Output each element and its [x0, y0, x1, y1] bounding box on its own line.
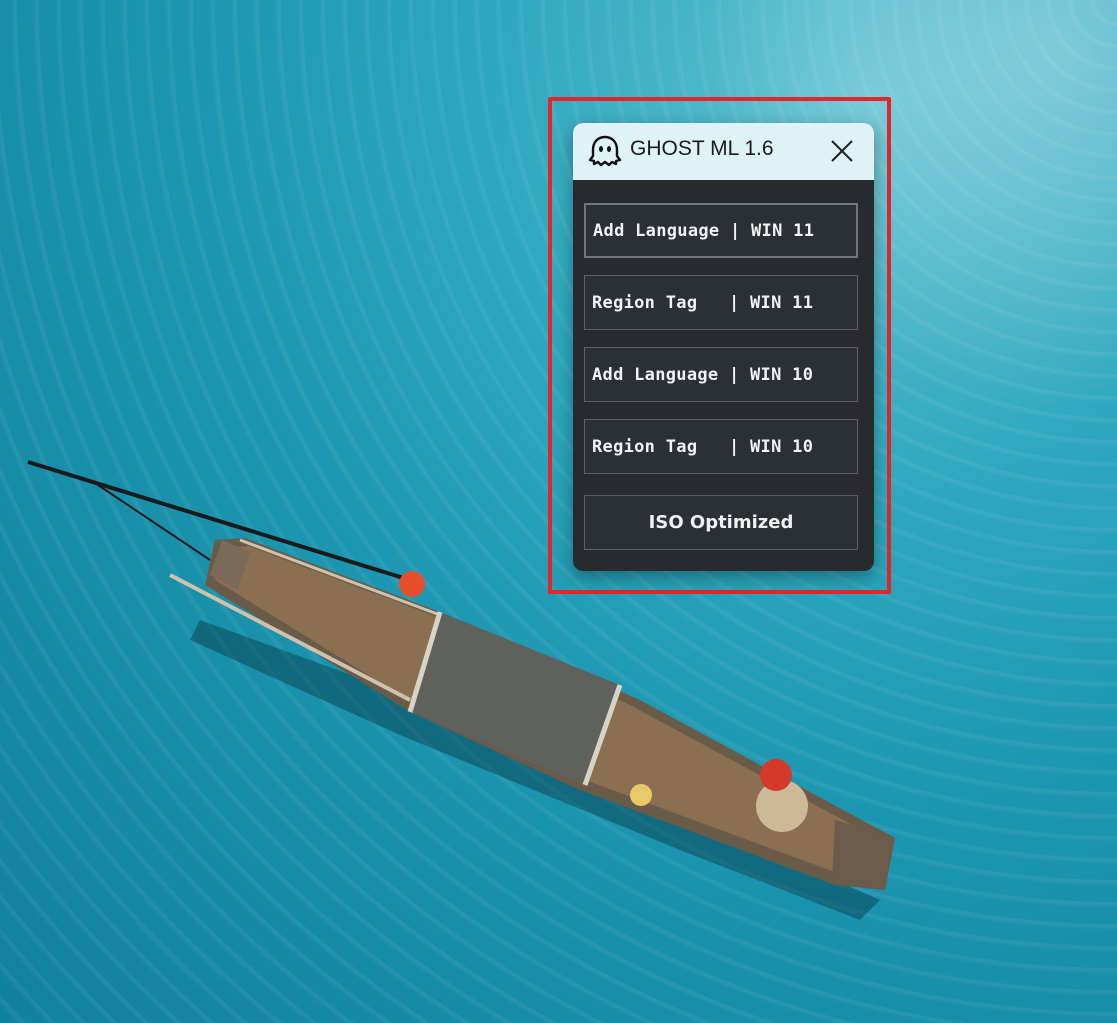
button-label: Region Tag | WIN 10: [592, 436, 814, 457]
button-label: Add Language | WIN 11: [593, 220, 815, 241]
iso-optimized-button[interactable]: ISO Optimized: [584, 495, 858, 550]
add-language-win10-button[interactable]: Add Language | WIN 10: [584, 347, 858, 402]
ghost-ml-window: GHOST ML 1.6 Add Language | WIN 11 Regio…: [573, 123, 874, 571]
button-label: Region Tag | WIN 11: [592, 292, 814, 313]
button-label: Add Language | WIN 10: [592, 364, 814, 385]
window-titlebar[interactable]: GHOST ML 1.6: [573, 123, 874, 180]
ghost-icon: [588, 135, 622, 167]
region-tag-win10-button[interactable]: Region Tag | WIN 10: [584, 419, 858, 474]
close-icon[interactable]: [828, 137, 856, 165]
add-language-win11-button[interactable]: Add Language | WIN 11: [584, 203, 858, 258]
region-tag-win11-button[interactable]: Region Tag | WIN 11: [584, 275, 858, 330]
button-label: ISO Optimized: [648, 512, 794, 533]
window-title: GHOST ML 1.6: [630, 137, 774, 160]
